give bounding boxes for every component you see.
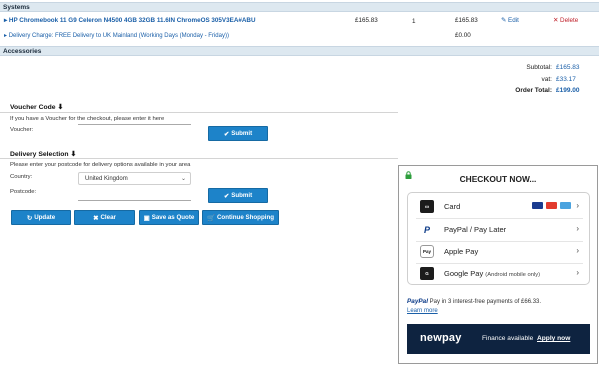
- voucher-label: Voucher:: [10, 127, 34, 133]
- chevron-down-icon: ⌄: [180, 176, 186, 182]
- payment-paypal[interactable]: P PayPal / Pay Later ›: [408, 218, 589, 240]
- voucher-divider: [0, 112, 398, 113]
- mastercard-icon: [546, 202, 557, 209]
- paypal-label: PayPal / Pay Later: [444, 225, 507, 234]
- checkout-title: CHECKOUT NOW...: [459, 174, 537, 184]
- order-total-value: £199.00: [556, 87, 580, 94]
- paypal-icon: P: [420, 223, 434, 236]
- apple-pay-label: Apple Pay: [444, 247, 479, 256]
- paypal-note: Pay in 3 interest-free payments of £66.3…: [429, 299, 542, 305]
- newpay-finance-text: Finance available: [482, 335, 534, 342]
- check-icon: ✔: [223, 192, 230, 200]
- arrow-down-icon: ⬇: [70, 151, 77, 158]
- vat-value: £33.17: [556, 76, 576, 83]
- update-label: Update: [34, 214, 56, 221]
- country-value: United Kingdom: [85, 176, 128, 182]
- edit-label: Edit: [508, 17, 519, 24]
- accessories-heading: Accessories: [0, 46, 599, 56]
- delivery-divider: [0, 158, 398, 159]
- voucher-hint: If you have a Voucher for the checkout, …: [10, 116, 165, 122]
- save-icon: ▣: [143, 214, 150, 222]
- delivery-charge-link[interactable]: ▸ Delivery Charge: FREE Delivery to UK M…: [4, 32, 229, 39]
- save-quote-label: Save as Quote: [151, 214, 195, 221]
- systems-heading: Systems: [0, 2, 599, 12]
- country-label: Country:: [10, 174, 33, 180]
- voucher-heading: Voucher Code ⬇: [10, 103, 63, 111]
- google-pay-icon: G: [420, 267, 434, 280]
- order-total-label: Order Total:: [515, 87, 552, 94]
- apple-pay-icon: Pay: [420, 245, 434, 258]
- chevron-right-icon: ›: [576, 201, 579, 210]
- payment-google-pay[interactable]: G Google Pay (Android mobile only) ›: [408, 262, 589, 284]
- subtotal-label: Subtotal:: [526, 64, 552, 71]
- product-link[interactable]: ▸ HP Chromebook 11 G9 Celeron N4500 4GB …: [4, 17, 256, 24]
- delete-label: Delete: [560, 17, 579, 24]
- delivery-submit-button[interactable]: ✔ Submit: [208, 188, 268, 203]
- update-button[interactable]: ↻ Update: [11, 210, 71, 225]
- newpay-text: Finance available Apply now: [482, 335, 570, 342]
- edit-link[interactable]: ✎ Edit: [501, 17, 519, 24]
- visa-icon: [532, 202, 543, 209]
- voucher-submit-button[interactable]: ✔ Submit: [208, 126, 268, 141]
- check-icon: ✔: [223, 130, 230, 138]
- amex-icon: [560, 202, 571, 209]
- paypal-logo: PayPal: [407, 298, 428, 305]
- voucher-submit-label: Submit: [231, 130, 253, 137]
- postcode-label: Postcode:: [10, 189, 37, 195]
- chevron-right-icon: ›: [576, 268, 579, 277]
- delivery-selection-heading: Delivery Selection ⬇: [10, 150, 76, 158]
- save-quote-button[interactable]: ▣ Save as Quote: [139, 210, 199, 225]
- delivery-heading-text: Delivery Selection: [10, 151, 69, 158]
- payment-apple-pay[interactable]: Pay Apple Pay ›: [408, 240, 589, 262]
- product-name: HP Chromebook 11 G9 Celeron N4500 4GB 32…: [8, 17, 256, 24]
- learn-more-link[interactable]: Learn more: [407, 308, 438, 314]
- card-icon: ▭: [420, 200, 434, 213]
- payment-methods: ▭ Card › P PayPal / Pay Later › Pay Appl…: [407, 192, 590, 285]
- subtotal-value: £165.83: [556, 64, 580, 71]
- cart-icon: 🛒: [206, 214, 215, 222]
- postcode-input[interactable]: [78, 200, 191, 201]
- checkout-panel: CHECKOUT NOW... ▭ Card › P PayPal / Pay …: [398, 165, 598, 364]
- delivery-submit-label: Submit: [231, 192, 253, 199]
- clear-button[interactable]: ✖ Clear: [74, 210, 135, 225]
- apply-now-link[interactable]: Apply now: [537, 335, 570, 342]
- card-label: Card: [444, 202, 461, 211]
- google-pay-note: (Android mobile only): [485, 272, 541, 278]
- delivery-charge-label: Delivery Charge: FREE Delivery to UK Mai…: [8, 33, 229, 39]
- chevron-right-icon: ›: [576, 224, 579, 233]
- chevron-right-icon: ›: [576, 246, 579, 255]
- delete-icon: ✕: [553, 17, 561, 24]
- qty-value[interactable]: 1: [412, 18, 416, 25]
- delete-link[interactable]: ✕ Delete: [553, 17, 578, 24]
- vat-label: vat:: [541, 76, 552, 83]
- newpay-banner[interactable]: newpay Finance available Apply now: [407, 324, 590, 354]
- continue-shopping-label: Continue Shopping: [216, 214, 275, 221]
- edit-icon: ✎: [501, 17, 509, 24]
- country-select[interactable]: United Kingdom ⌄: [78, 172, 191, 185]
- line-total: £165.83: [455, 17, 478, 24]
- newpay-logo: newpay: [420, 332, 462, 344]
- close-icon: ✖: [93, 214, 99, 222]
- clear-label: Clear: [100, 214, 116, 221]
- refresh-icon: ↻: [26, 214, 33, 222]
- payment-card[interactable]: ▭ Card ›: [408, 195, 589, 217]
- voucher-heading-text: Voucher Code: [10, 104, 56, 111]
- delivery-price: £0.00: [455, 32, 471, 39]
- delivery-hint: Please enter your postcode for delivery …: [10, 162, 191, 168]
- voucher-input[interactable]: [78, 124, 191, 125]
- continue-shopping-button[interactable]: 🛒 Continue Shopping: [202, 210, 279, 225]
- arrow-down-icon: ⬇: [57, 104, 64, 111]
- google-pay-label: Google Pay (Android mobile only): [444, 269, 540, 278]
- unit-price: £165.83: [355, 17, 378, 24]
- google-pay-text: Google Pay: [444, 269, 484, 278]
- paypal-pay-in-3: PayPal Pay in 3 interest-free payments o…: [407, 298, 541, 305]
